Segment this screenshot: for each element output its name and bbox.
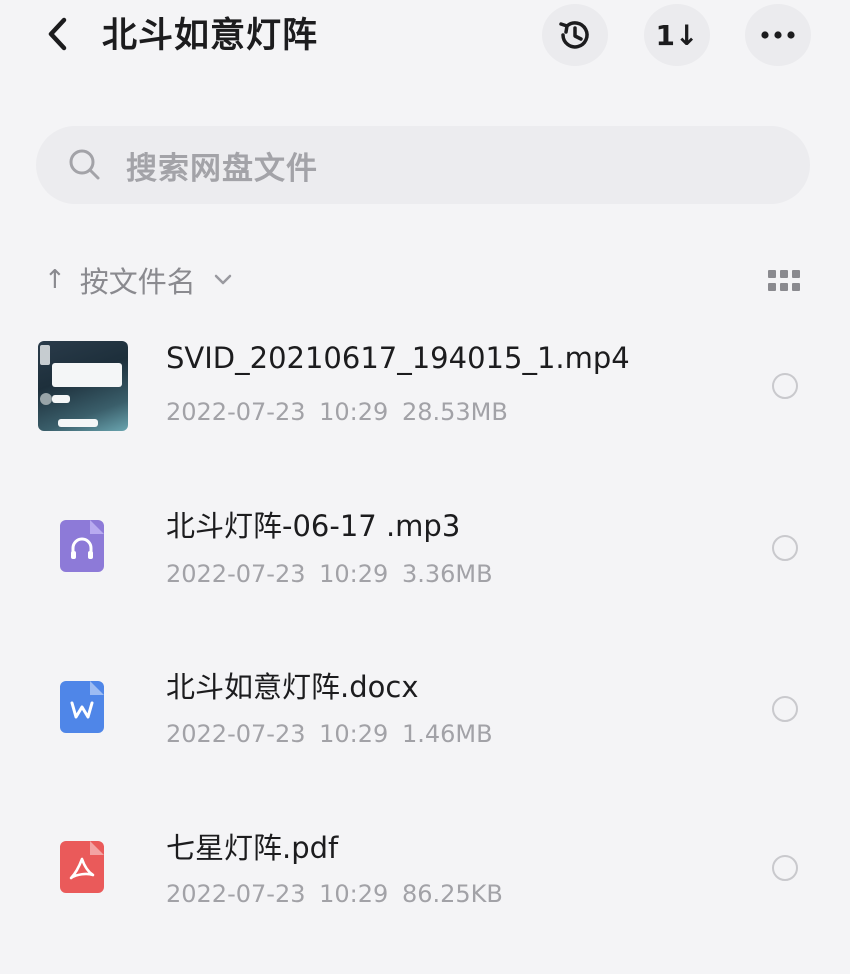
file-meta: 2022-07-23 10:29 86.25KB xyxy=(166,880,503,908)
sort-selector[interactable]: ↑ 按文件名 xyxy=(44,260,234,300)
search-placeholder: 搜索网盘文件 xyxy=(126,150,318,187)
file-size: 28.53MB xyxy=(401,398,508,426)
file-name: 北斗灯阵-06-17 .mp3 xyxy=(166,509,461,543)
file-name: SVID_20210617_194015_1.mp4 xyxy=(166,341,630,375)
file-date: 2022-07-23 xyxy=(166,398,306,426)
page-title: 北斗如意灯阵 xyxy=(102,16,319,56)
sort-label: 按文件名 xyxy=(79,265,196,299)
file-size: 1.46MB xyxy=(401,720,493,748)
history-button[interactable] xyxy=(542,4,608,66)
file-name: 北斗如意灯阵.docx xyxy=(166,670,419,704)
back-button[interactable] xyxy=(38,14,78,54)
file-time: 10:29 xyxy=(319,398,389,426)
select-checkbox[interactable] xyxy=(772,855,798,881)
pdf-icon xyxy=(60,841,104,893)
grid-view-icon[interactable] xyxy=(768,270,800,292)
select-checkbox[interactable] xyxy=(772,696,798,722)
more-icon xyxy=(761,31,795,39)
file-size: 3.36MB xyxy=(401,560,493,588)
chevron-down-icon xyxy=(214,270,234,290)
header: 北斗如意灯阵 1↓ xyxy=(0,0,850,75)
file-name: 七星灯阵.pdf xyxy=(166,831,339,865)
search-icon xyxy=(68,148,102,182)
sort-icon: 1↓ xyxy=(655,18,699,52)
file-date: 2022-07-23 xyxy=(166,560,306,588)
word-icon xyxy=(60,681,104,733)
more-button[interactable] xyxy=(745,4,811,66)
file-date: 2022-07-23 xyxy=(166,720,306,748)
file-time: 10:29 xyxy=(319,560,389,588)
sort-button[interactable]: 1↓ xyxy=(644,4,710,66)
headphones-icon xyxy=(60,520,104,572)
file-size: 86.25KB xyxy=(401,880,503,908)
search-input[interactable]: 搜索网盘文件 xyxy=(36,126,810,204)
file-date: 2022-07-23 xyxy=(166,880,306,908)
sort-direction-icon: ↑ xyxy=(44,265,66,295)
select-checkbox[interactable] xyxy=(772,535,798,561)
file-time: 10:29 xyxy=(319,880,389,908)
video-thumbnail xyxy=(38,341,128,431)
file-meta: 2022-07-23 10:29 28.53MB xyxy=(166,398,508,426)
file-time: 10:29 xyxy=(319,720,389,748)
file-meta: 2022-07-23 10:29 3.36MB xyxy=(166,560,493,588)
file-meta: 2022-07-23 10:29 1.46MB xyxy=(166,720,493,748)
chevron-left-icon xyxy=(48,17,67,51)
select-checkbox[interactable] xyxy=(772,373,798,399)
history-icon xyxy=(559,21,589,49)
